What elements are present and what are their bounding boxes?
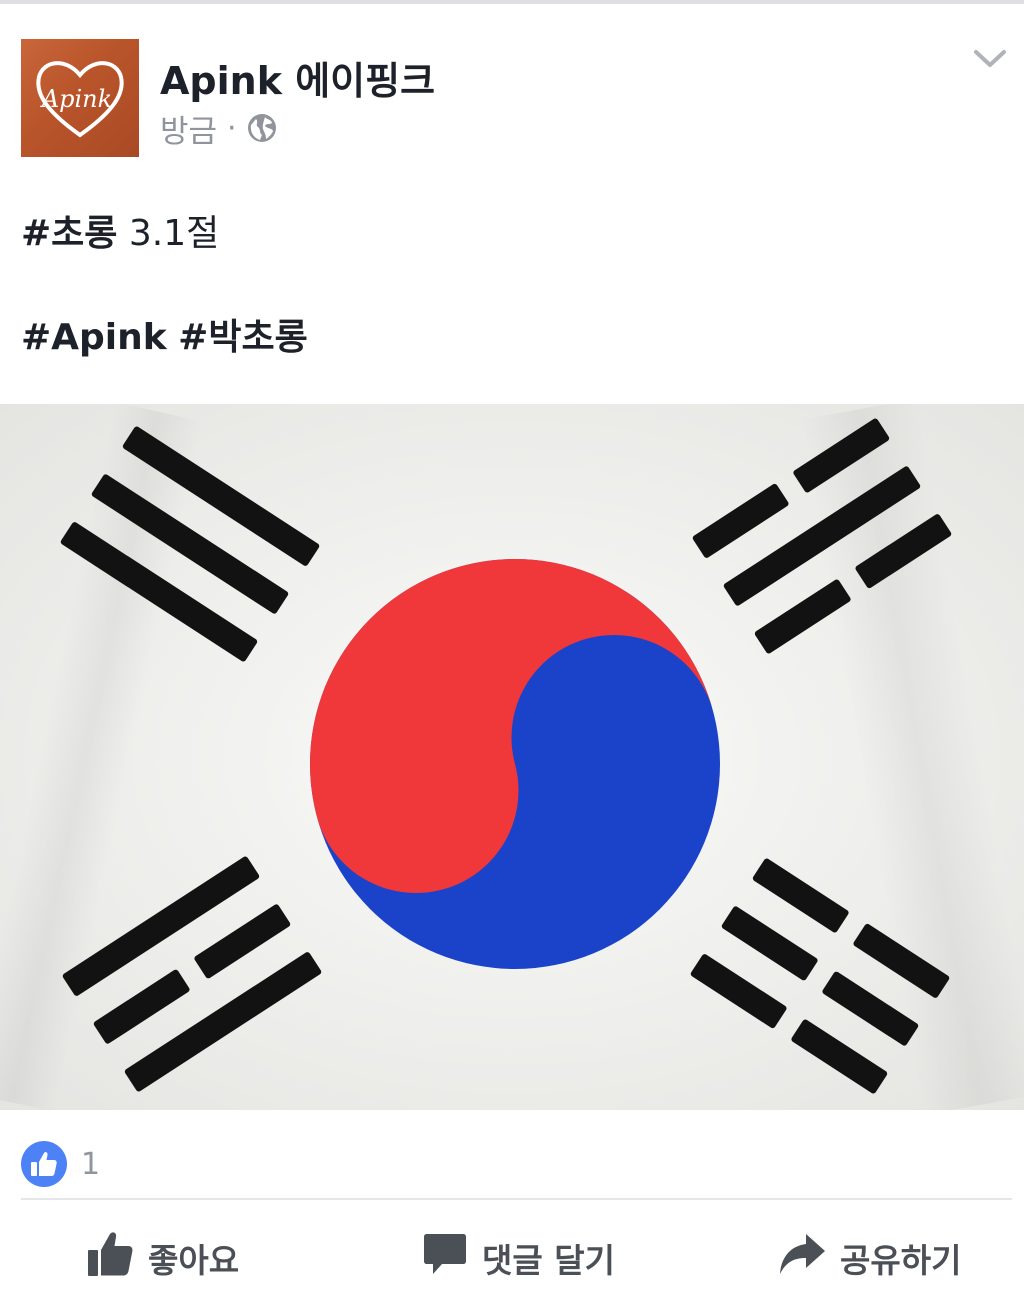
hashtag-apink[interactable]: #Apink <box>21 317 167 358</box>
share-arrow-icon <box>778 1232 826 1284</box>
post-text-line-2: #Apink #박초롱 <box>21 312 1001 364</box>
post-actions: 좋아요 댓글 달기 공유하기 <box>0 1210 1024 1306</box>
apink-logo: Apink <box>36 61 124 138</box>
comment-button[interactable]: 댓글 달기 <box>422 1228 615 1288</box>
page-avatar[interactable]: Apink <box>21 39 139 157</box>
like-label: 좋아요 <box>148 1241 240 1280</box>
post-time[interactable]: 방금 <box>160 106 217 151</box>
korean-flag-image <box>0 404 1024 1110</box>
meta-separator: · <box>227 110 237 146</box>
post-text: #초롱 3.1절 #Apink #박초롱 <box>21 208 1001 364</box>
thumbs-up-icon <box>21 1141 67 1187</box>
share-button[interactable]: 공유하기 <box>778 1228 961 1288</box>
reactions-summary[interactable]: 1 <box>21 1141 100 1187</box>
page-name[interactable]: Apink 에이핑크 <box>160 50 435 105</box>
post-meta: 방금 · <box>160 106 277 151</box>
post-photo[interactable] <box>0 404 1024 1110</box>
globe-icon <box>247 113 277 143</box>
hashtag-parkchorong[interactable]: #박초롱 <box>178 317 308 358</box>
like-button[interactable]: 좋아요 <box>86 1228 239 1288</box>
like-icon <box>86 1230 134 1286</box>
post-header: Apink Apink 에이핑크 방금 · <box>0 4 1024 174</box>
avatar-logo-text: Apink <box>40 85 112 113</box>
actions-divider <box>21 1198 1012 1200</box>
reaction-count: 1 <box>81 1146 101 1182</box>
post-text-line-1: #초롱 3.1절 <box>21 208 1001 260</box>
share-label: 공유하기 <box>840 1241 962 1280</box>
comment-icon <box>422 1230 468 1286</box>
chevron-down-icon[interactable] <box>972 44 1008 72</box>
post-text-rest: 3.1절 <box>117 213 220 254</box>
hashtag-chorong[interactable]: #초롱 <box>21 213 117 254</box>
comment-label: 댓글 달기 <box>482 1241 615 1280</box>
